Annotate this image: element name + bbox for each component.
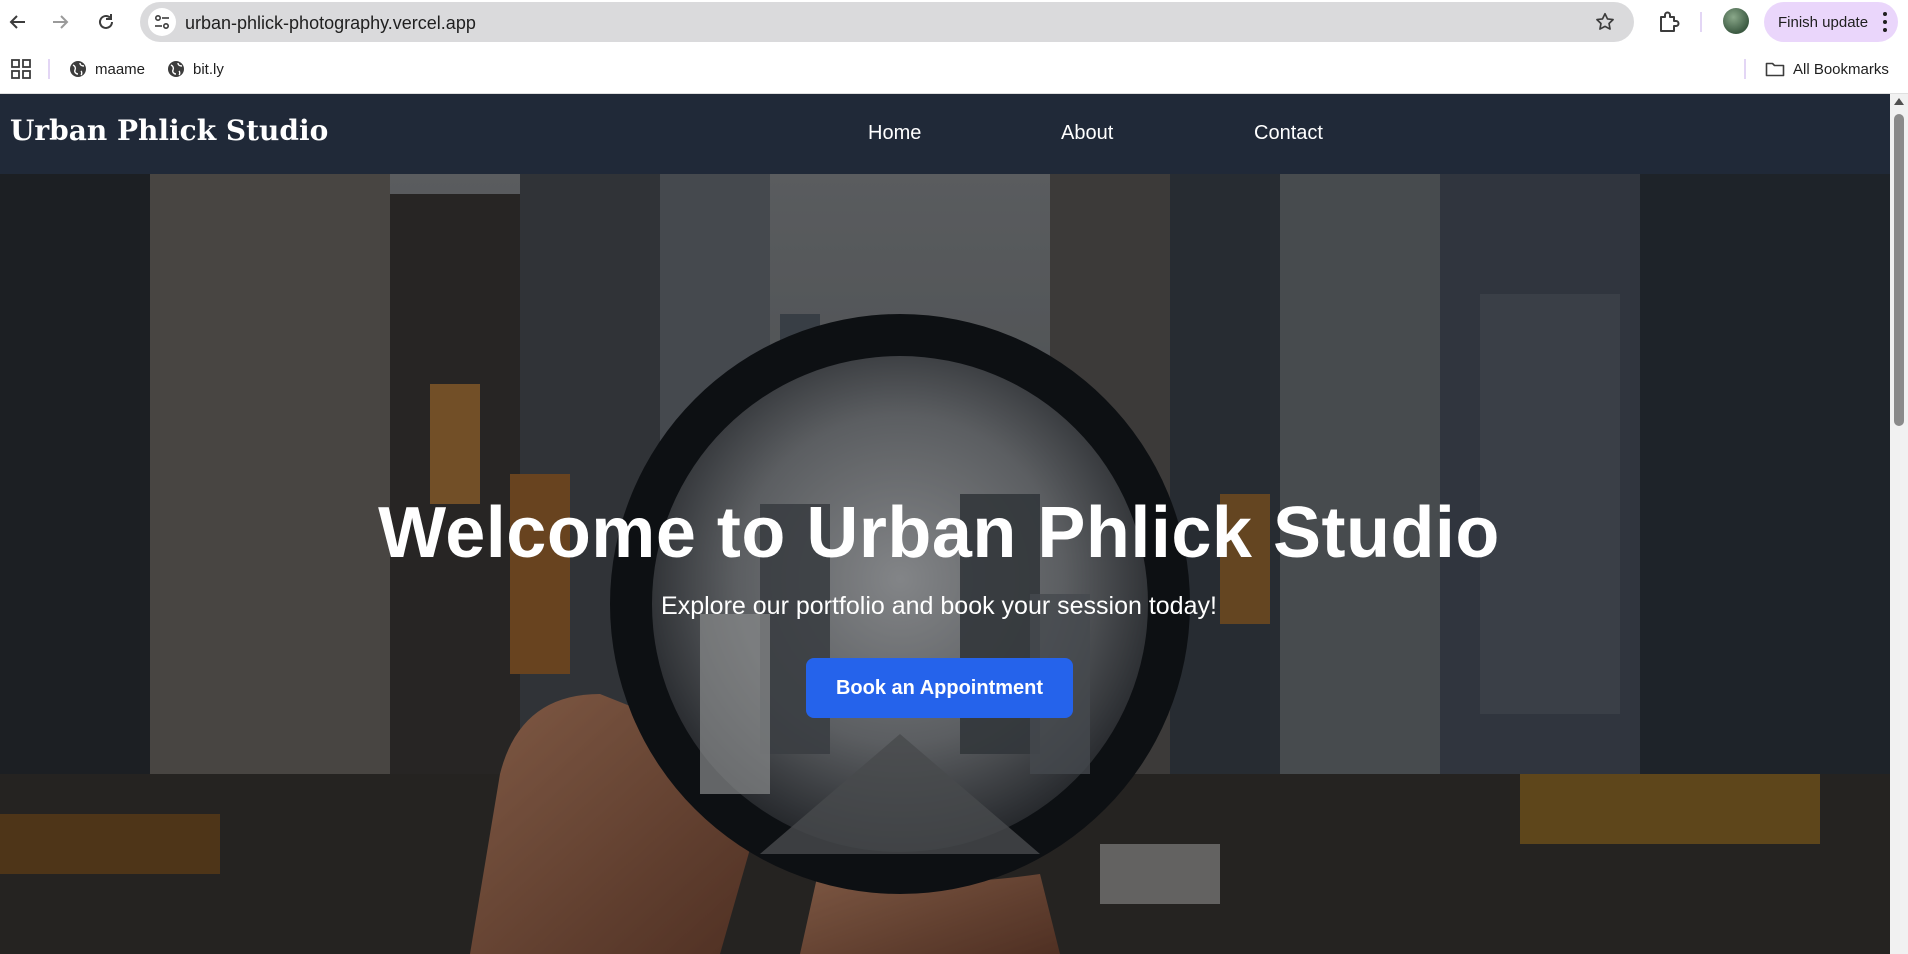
folder-icon	[1765, 62, 1785, 77]
toolbar-divider	[1700, 12, 1702, 32]
site-logo[interactable]: Urban Phlick Studio	[10, 114, 328, 147]
bookmarks-divider	[1744, 59, 1746, 79]
url-text[interactable]: urban-phlick-photography.vercel.app	[185, 13, 476, 34]
scroll-thumb[interactable]	[1894, 114, 1904, 426]
browser-toolbar: urban-phlick-photography.vercel.app Fini…	[0, 0, 1908, 44]
nav-about-link[interactable]: About	[1061, 122, 1113, 145]
web-page: Urban Phlick Studio Home About Contact W…	[0, 94, 1890, 954]
reload-button[interactable]	[92, 8, 120, 36]
nav-home-link[interactable]: Home	[868, 122, 921, 145]
arrow-right-icon	[53, 15, 69, 29]
nav-contact-link[interactable]: Contact	[1254, 122, 1323, 145]
all-bookmarks-button[interactable]: All Bookmarks	[1765, 56, 1889, 82]
forward-button[interactable]	[46, 8, 74, 36]
extensions-icon[interactable]	[1656, 9, 1682, 35]
back-button[interactable]	[4, 8, 32, 36]
all-bookmarks-label: All Bookmarks	[1793, 60, 1889, 78]
finish-update-button[interactable]: Finish update	[1764, 2, 1898, 42]
arrow-left-icon	[9, 15, 25, 29]
bookmarks-divider	[48, 59, 50, 79]
apps-grid-icon[interactable]	[10, 58, 32, 80]
hero-title: Welcome to Urban Phlick Studio	[378, 493, 1500, 573]
bookmark-item-bitly[interactable]: bit.ly	[167, 56, 224, 82]
bookmark-label: maame	[95, 60, 146, 78]
address-bar[interactable]: urban-phlick-photography.vercel.app	[140, 2, 1634, 42]
bookmark-star-icon[interactable]	[1594, 11, 1616, 33]
bookmark-item-maame[interactable]: maame	[69, 56, 145, 82]
hero-subtitle: Explore our portfolio and book your sess…	[661, 592, 1217, 620]
tune-icon	[154, 14, 170, 30]
page-scrollbar[interactable]	[1890, 94, 1908, 954]
site-header: Urban Phlick Studio Home About Contact	[0, 94, 1890, 174]
finish-update-label: Finish update	[1778, 13, 1869, 31]
book-appointment-button[interactable]: Book an Appointment	[806, 658, 1073, 718]
hero-section: Welcome to Urban Phlick Studio Explore o…	[0, 174, 1890, 954]
globe-icon	[168, 61, 184, 77]
bookmarks-bar: maame bit.ly All Bookmarks	[0, 44, 1908, 94]
more-menu-icon[interactable]	[1882, 12, 1888, 32]
bookmark-label: bit.ly	[193, 60, 224, 78]
reload-icon	[99, 14, 113, 29]
site-info-button[interactable]	[148, 8, 176, 36]
scroll-up-arrow-icon[interactable]	[1894, 98, 1904, 105]
globe-icon	[70, 61, 86, 77]
profile-avatar[interactable]	[1723, 8, 1749, 34]
